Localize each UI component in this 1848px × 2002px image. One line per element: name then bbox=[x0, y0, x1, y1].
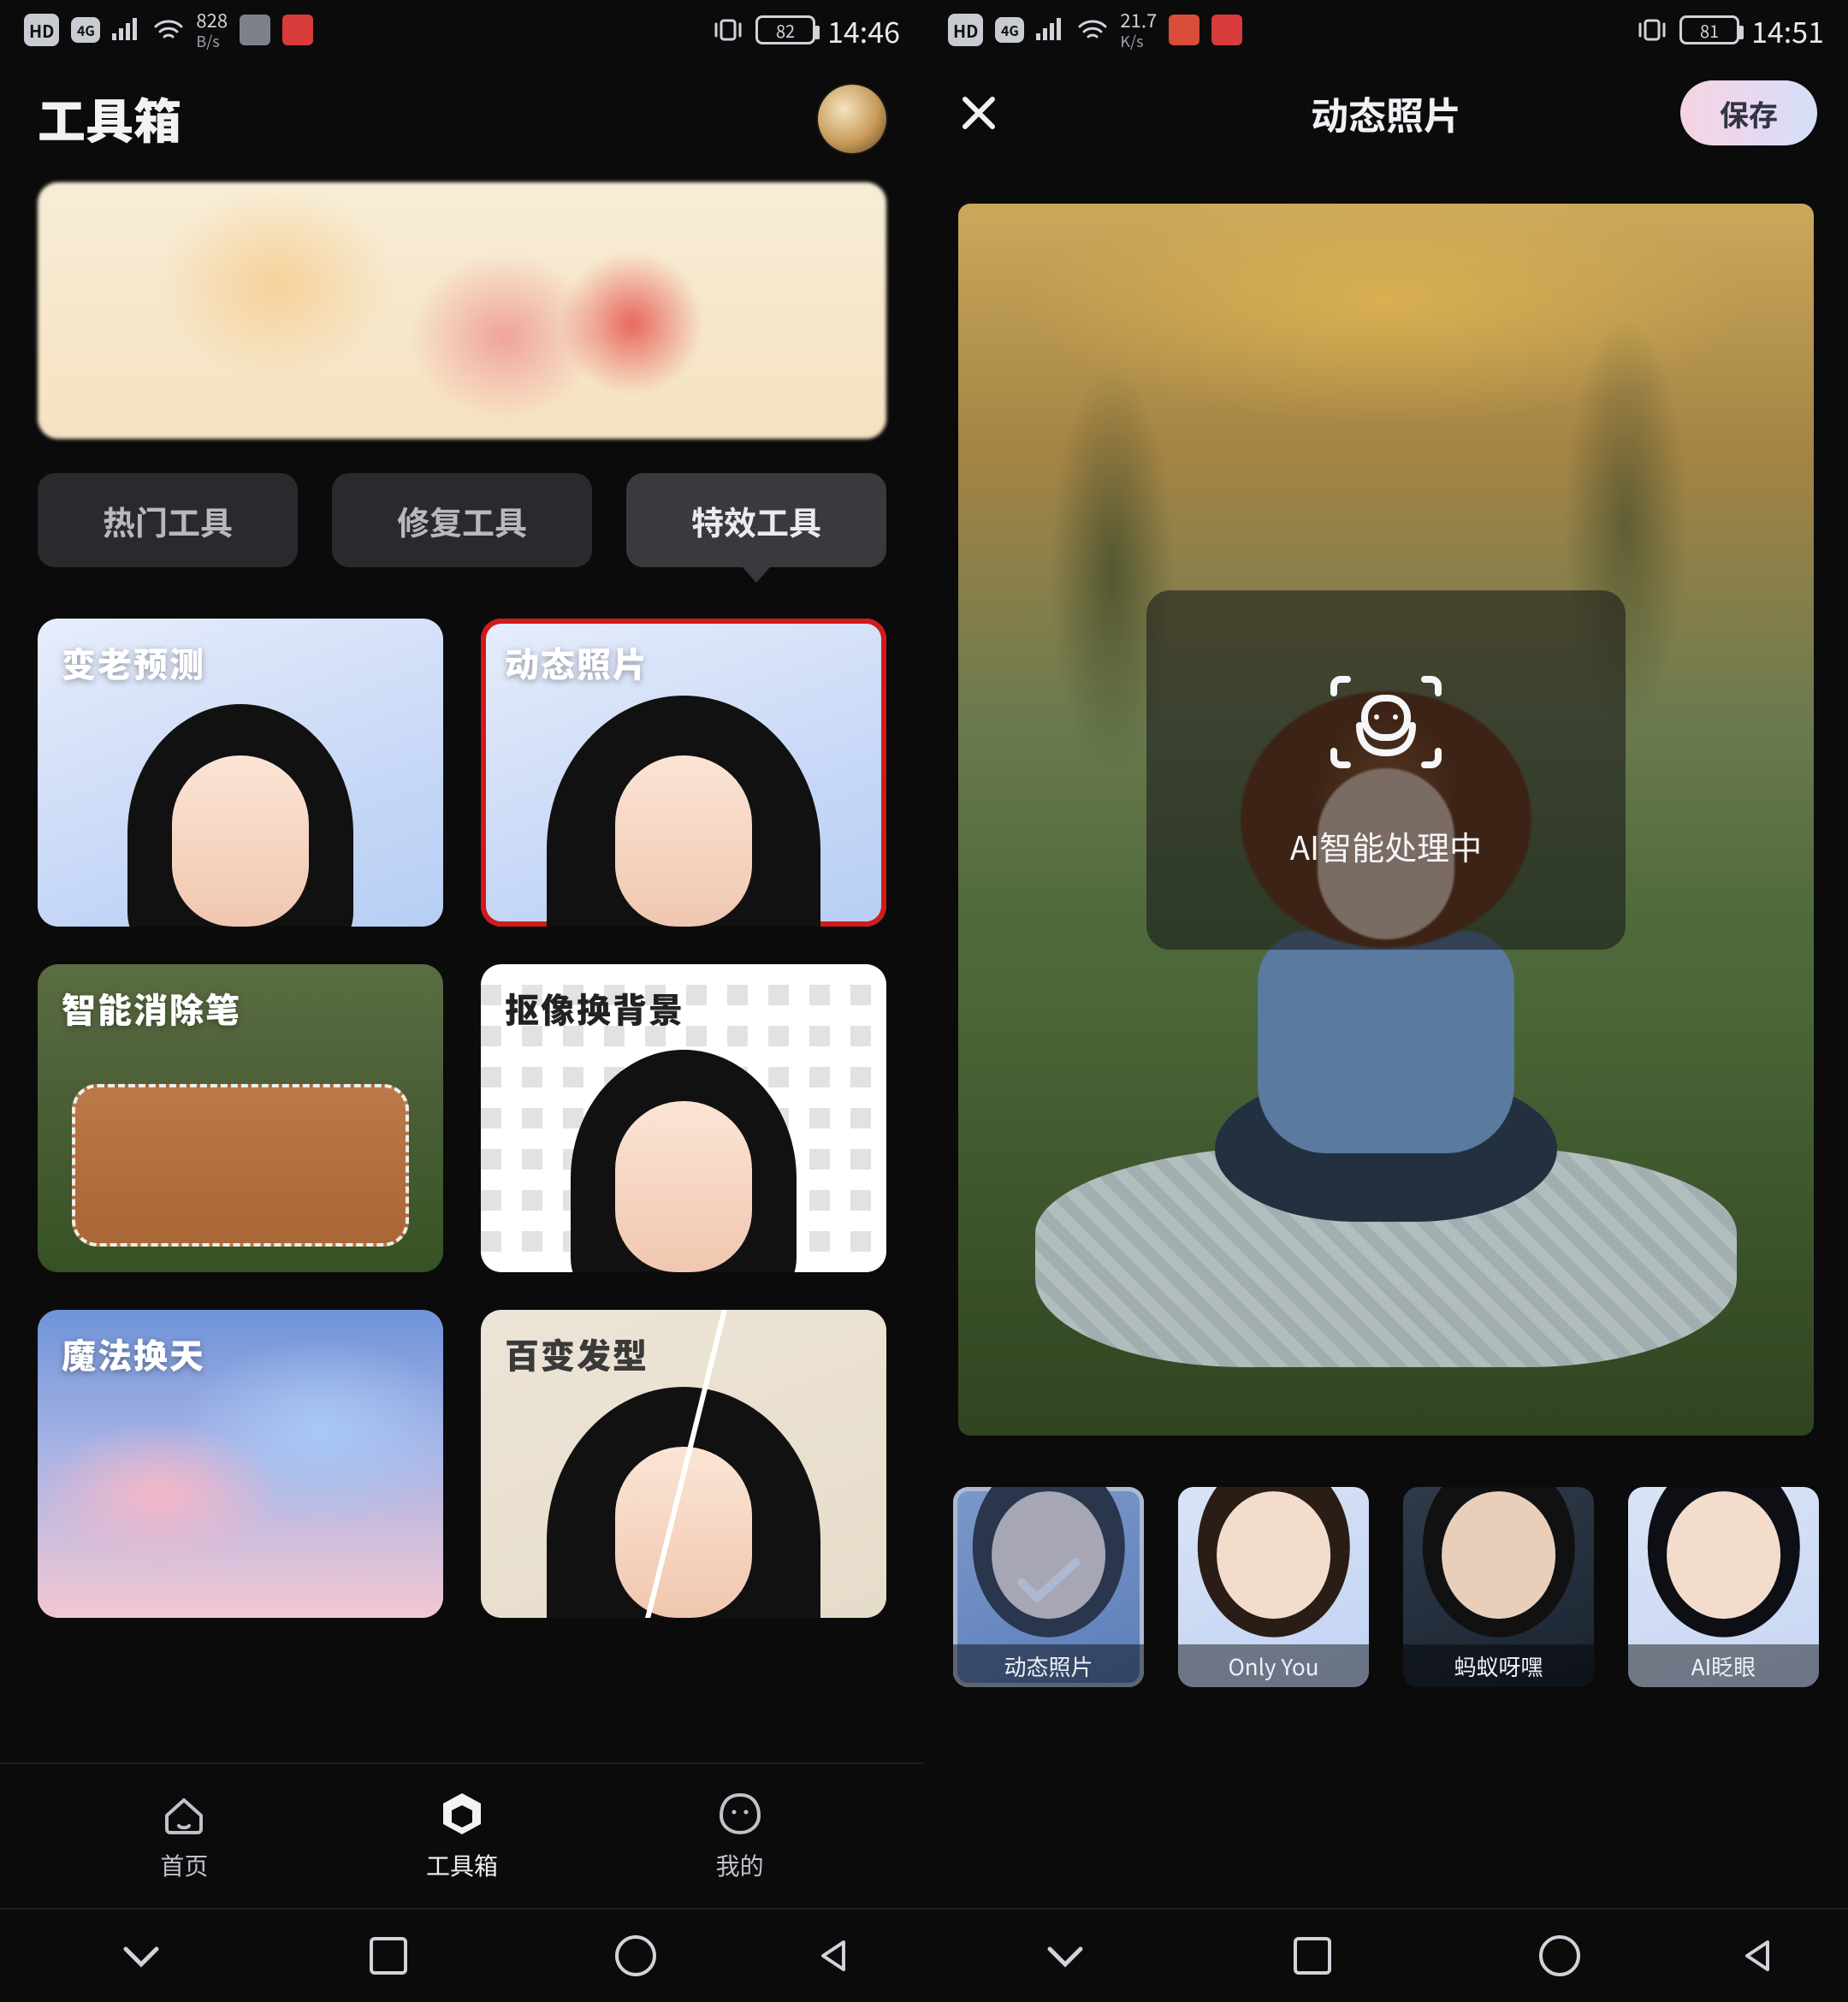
tab-effects-tools[interactable]: 特效工具 bbox=[626, 473, 886, 567]
thumb-live-photo[interactable]: 动态照片 bbox=[953, 1487, 1144, 1687]
dock-toolbox[interactable]: 工具箱 bbox=[426, 1790, 498, 1882]
card-smart-eraser[interactable]: 智能消除笔 bbox=[38, 964, 443, 1272]
dock-label: 我的 bbox=[716, 1848, 764, 1882]
thumb-only-you[interactable]: Only You bbox=[1178, 1487, 1369, 1687]
nav-back[interactable] bbox=[814, 1937, 852, 1975]
thumb-ai-blink[interactable]: AI眨眼 bbox=[1628, 1487, 1819, 1687]
signal-icon bbox=[112, 18, 141, 42]
system-nav-bar bbox=[0, 1908, 924, 2002]
hd-indicator: HD bbox=[24, 14, 59, 46]
status-bar: HD 4G 828B/s 82 14:46 bbox=[0, 0, 924, 60]
weibo-icon bbox=[282, 15, 313, 45]
status-bar: HD 4G 21.7K/s 81 14:51 bbox=[924, 0, 1848, 60]
nav-keyboard-hide[interactable] bbox=[997, 1932, 1134, 1980]
category-tabs: 热门工具 修复工具 特效工具 bbox=[38, 473, 886, 567]
processing-text: AI智能处理中 bbox=[1290, 822, 1482, 869]
clock: 14:51 bbox=[1751, 9, 1824, 51]
tab-hot-tools[interactable]: 热门工具 bbox=[38, 473, 298, 567]
nav-keyboard-hide[interactable] bbox=[73, 1932, 210, 1980]
home-icon bbox=[160, 1790, 208, 1838]
tab-repair-tools[interactable]: 修复工具 bbox=[332, 473, 592, 567]
wifi-icon bbox=[153, 18, 184, 42]
preview-image: AI智能处理中 bbox=[958, 204, 1814, 1436]
thumb-label: 蚂蚁呀嘿 bbox=[1403, 1644, 1594, 1687]
toolbox-screen: HD 4G 828B/s 82 14:46 bbox=[0, 0, 924, 2002]
thumb-label: Only You bbox=[1178, 1644, 1369, 1687]
thumb-label: AI眨眼 bbox=[1628, 1644, 1819, 1687]
app-bottom-nav: 首页 工具箱 我的 bbox=[0, 1762, 924, 1908]
live-photo-editor-screen: HD 4G 21.7K/s 81 14:51 bbox=[924, 0, 1848, 2002]
network-indicator: 4G bbox=[995, 17, 1024, 43]
toolbox-header: 工具箱 bbox=[0, 60, 924, 162]
network-speed: 21.7K/s bbox=[1120, 10, 1157, 50]
editor-header: 动态照片 保存 bbox=[924, 60, 1848, 166]
nav-back[interactable] bbox=[1738, 1937, 1776, 1975]
card-sky-swap[interactable]: 魔法换天 bbox=[38, 1310, 443, 1618]
nav-recent[interactable] bbox=[320, 1932, 457, 1980]
vibrate-icon bbox=[713, 17, 743, 43]
card-label: 智能消除笔 bbox=[62, 983, 241, 1033]
processing-overlay: AI智能处理中 bbox=[1146, 590, 1626, 950]
toolbox-icon bbox=[438, 1790, 486, 1838]
dock-label: 工具箱 bbox=[426, 1848, 498, 1882]
face-scan-icon bbox=[1330, 671, 1442, 783]
close-button[interactable] bbox=[955, 89, 1003, 137]
hd-indicator: HD bbox=[948, 14, 983, 46]
wifi-icon bbox=[1077, 18, 1108, 42]
thumb-mayi-yahei[interactable]: 蚂蚁呀嘿 bbox=[1403, 1487, 1594, 1687]
battery-indicator: 82 bbox=[755, 15, 815, 44]
tool-grid: 变老预测 动态照片 智能消除笔 抠像换背景 魔法换天 百变发型 bbox=[38, 619, 886, 1762]
user-avatar[interactable] bbox=[818, 85, 886, 153]
nav-home[interactable] bbox=[1491, 1932, 1628, 1980]
network-speed: 828B/s bbox=[196, 10, 228, 50]
nav-recent[interactable] bbox=[1244, 1932, 1381, 1980]
save-button[interactable]: 保存 bbox=[1680, 80, 1817, 145]
app-badge-icon bbox=[1169, 15, 1199, 45]
card-live-photo[interactable]: 动态照片 bbox=[481, 619, 886, 927]
card-hair-style[interactable]: 百变发型 bbox=[481, 1310, 886, 1618]
network-indicator: 4G bbox=[71, 17, 100, 43]
dock-me[interactable]: 我的 bbox=[716, 1790, 764, 1882]
face-icon bbox=[716, 1790, 764, 1838]
signal-icon bbox=[1036, 18, 1065, 42]
effect-thumbnails: 动态照片 Only You 蚂蚁呀嘿 AI眨眼 bbox=[953, 1487, 1819, 1687]
battery-indicator: 81 bbox=[1679, 15, 1739, 44]
card-bg-swap[interactable]: 抠像换背景 bbox=[481, 964, 886, 1272]
editor-title: 动态照片 bbox=[1311, 86, 1461, 140]
system-nav-bar bbox=[924, 1908, 1848, 2002]
card-label: 魔法换天 bbox=[62, 1329, 205, 1378]
vibrate-icon bbox=[1637, 17, 1667, 43]
app-badge-icon bbox=[240, 15, 270, 45]
clock: 14:46 bbox=[827, 9, 900, 51]
page-title: 工具箱 bbox=[38, 84, 181, 153]
dock-label: 首页 bbox=[160, 1848, 208, 1882]
dock-home[interactable]: 首页 bbox=[160, 1790, 208, 1882]
promo-banner[interactable] bbox=[38, 182, 886, 439]
nav-home[interactable] bbox=[567, 1932, 704, 1980]
card-aging-predict[interactable]: 变老预测 bbox=[38, 619, 443, 927]
thumb-label: 动态照片 bbox=[953, 1644, 1144, 1687]
weibo-icon bbox=[1211, 15, 1242, 45]
